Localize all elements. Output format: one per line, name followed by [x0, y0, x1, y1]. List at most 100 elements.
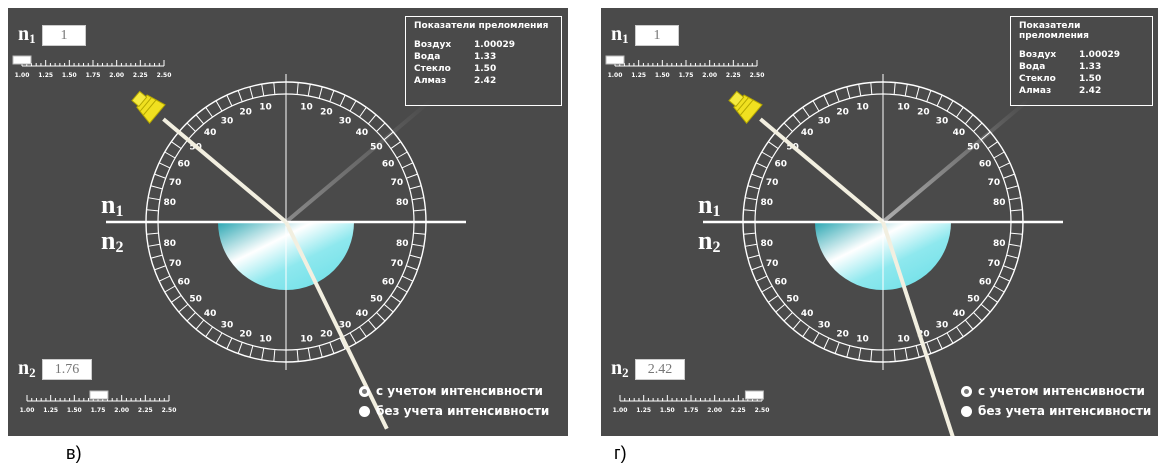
n1-value-field[interactable]: 1	[42, 25, 86, 46]
slider-tick-label: 1.50	[67, 407, 82, 414]
protractor-label: 80	[396, 198, 409, 208]
slider-tick-label: 2.50	[750, 72, 765, 79]
n2-value-field[interactable]: 2.42	[635, 359, 685, 380]
n2-value-field[interactable]: 1.76	[42, 359, 92, 380]
protractor-label: 30	[221, 321, 234, 331]
protractor-label: 10	[897, 102, 910, 112]
protractor-tick	[396, 285, 408, 293]
slider-thumb[interactable]	[744, 390, 764, 400]
protractor-tick	[396, 151, 408, 159]
n2-slider[interactable]: 1.00 1.25 1.50 1.75 2.00 2.25 2.50	[613, 389, 769, 417]
protractor-tick	[409, 185, 422, 190]
protractor-tick	[171, 141, 182, 149]
legend-row: Вода 1.33	[1019, 61, 1144, 73]
protractor-tick	[411, 243, 424, 247]
protractor-tick	[237, 90, 243, 102]
n1-label: n1	[611, 23, 629, 46]
material-name: Алмаз	[1019, 86, 1052, 96]
n1-slider[interactable]: 1.00 1.25 1.50 1.75 2.00 2.25 2.50	[12, 54, 171, 82]
protractor-label: 20	[239, 108, 252, 118]
protractor-label: 20	[836, 108, 849, 118]
protractor-label: 20	[320, 329, 333, 339]
protractor-tick	[812, 100, 820, 112]
protractor-label: 10	[300, 335, 313, 345]
protractor-tick	[148, 197, 161, 201]
protractor-tick	[215, 332, 223, 344]
protractor-label: 80	[761, 239, 774, 249]
protractor-tick	[743, 209, 756, 212]
slider-tick-label: 1.00	[613, 407, 628, 414]
protractor-tick	[318, 345, 323, 358]
protractor-label: 50	[786, 294, 799, 304]
protractor-tick	[1008, 197, 1021, 201]
protractor-tick	[154, 173, 166, 179]
radio-button-icon[interactable]	[961, 385, 972, 397]
protractor-tick	[1003, 265, 1015, 271]
slider-tick-label: 1.50	[660, 407, 675, 414]
protractor-label: 60	[178, 278, 191, 288]
light-source-icon[interactable]	[128, 87, 166, 124]
protractor-tick	[318, 86, 323, 99]
protractor-tick	[747, 185, 760, 190]
mode-option-2[interactable]: без учета интенсивности	[961, 404, 1151, 418]
n2-slider[interactable]: 1.00 1.25 1.50 1.75 2.00 2.25 2.50	[20, 389, 176, 417]
legend-row: Стекло 1.50	[414, 63, 553, 75]
protractor-tick	[171, 295, 182, 303]
protractor-label: 10	[856, 102, 869, 112]
protractor-label: 30	[221, 116, 234, 126]
protractor-tick	[893, 82, 896, 95]
legend-row: Воздух 1.00029	[414, 39, 553, 51]
material-index: 2.42	[474, 76, 497, 86]
protractor-tick	[751, 173, 763, 179]
material-name: Воздух	[414, 40, 452, 50]
protractor-tick	[195, 319, 205, 330]
protractor-tick	[904, 84, 908, 97]
radio-button-icon[interactable]	[359, 385, 370, 397]
slider-tick-label: 1.50	[62, 72, 77, 79]
slider-thumb[interactable]	[605, 55, 625, 65]
protractor-tick	[413, 209, 426, 212]
protractor-label: 10	[300, 102, 313, 112]
protractor-tick	[158, 275, 171, 282]
material-name: Алмаз	[414, 76, 447, 86]
slider-thumb[interactable]	[89, 390, 109, 400]
incident-beam	[759, 117, 885, 224]
protractor-tick	[411, 197, 424, 201]
refraction-index-legend: Показатели преломления Воздух 1.00029 Вода 1…	[1010, 16, 1153, 106]
protractor-tick	[956, 326, 964, 337]
protractor-tick	[870, 349, 873, 362]
protractor-label: 30	[936, 321, 949, 331]
protractor-tick	[768, 295, 779, 303]
mode-option-1[interactable]: с учетом интенсивности	[359, 384, 543, 398]
n1-slider[interactable]: 1.00 1.25 1.50 1.75 2.00 2.25 2.50	[605, 54, 765, 82]
protractor-tick	[148, 243, 161, 247]
mode-option-2[interactable]: без учета интенсивности	[359, 404, 549, 418]
mode-option-1[interactable]: с учетом интенсивности	[961, 384, 1145, 398]
protractor-tick	[926, 90, 932, 102]
protractor-tick	[745, 197, 758, 201]
protractor-label: 50	[967, 294, 980, 304]
legend-row: Стекло 1.50	[1019, 73, 1144, 85]
radio-button-icon[interactable]	[961, 405, 972, 417]
material-index: 1.50	[1079, 74, 1102, 84]
protractor-label: 40	[953, 128, 966, 138]
protractor-tick	[745, 243, 758, 247]
n1-label: n1	[18, 23, 36, 46]
protractor-tick	[226, 337, 233, 350]
n1-value-field[interactable]: 1	[635, 25, 679, 46]
protractor-tick	[329, 342, 335, 354]
protractor-label: 70	[169, 178, 182, 188]
protractor-label: 60	[979, 278, 992, 288]
protractor-label: 30	[936, 116, 949, 126]
radio-button-icon[interactable]	[359, 405, 370, 417]
slider-thumb[interactable]	[12, 55, 32, 65]
mode-option-label: с учетом интенсивности	[376, 384, 543, 398]
slider-tick-label: 1.50	[655, 72, 670, 79]
material-index: 2.42	[1079, 86, 1102, 96]
protractor-label: 40	[204, 128, 217, 138]
protractor-label: 10	[259, 335, 272, 345]
protractor-label: 50	[370, 294, 383, 304]
light-source-icon[interactable]	[725, 87, 763, 124]
protractor-label: 40	[356, 128, 369, 138]
medium1-label: n1	[698, 190, 721, 221]
